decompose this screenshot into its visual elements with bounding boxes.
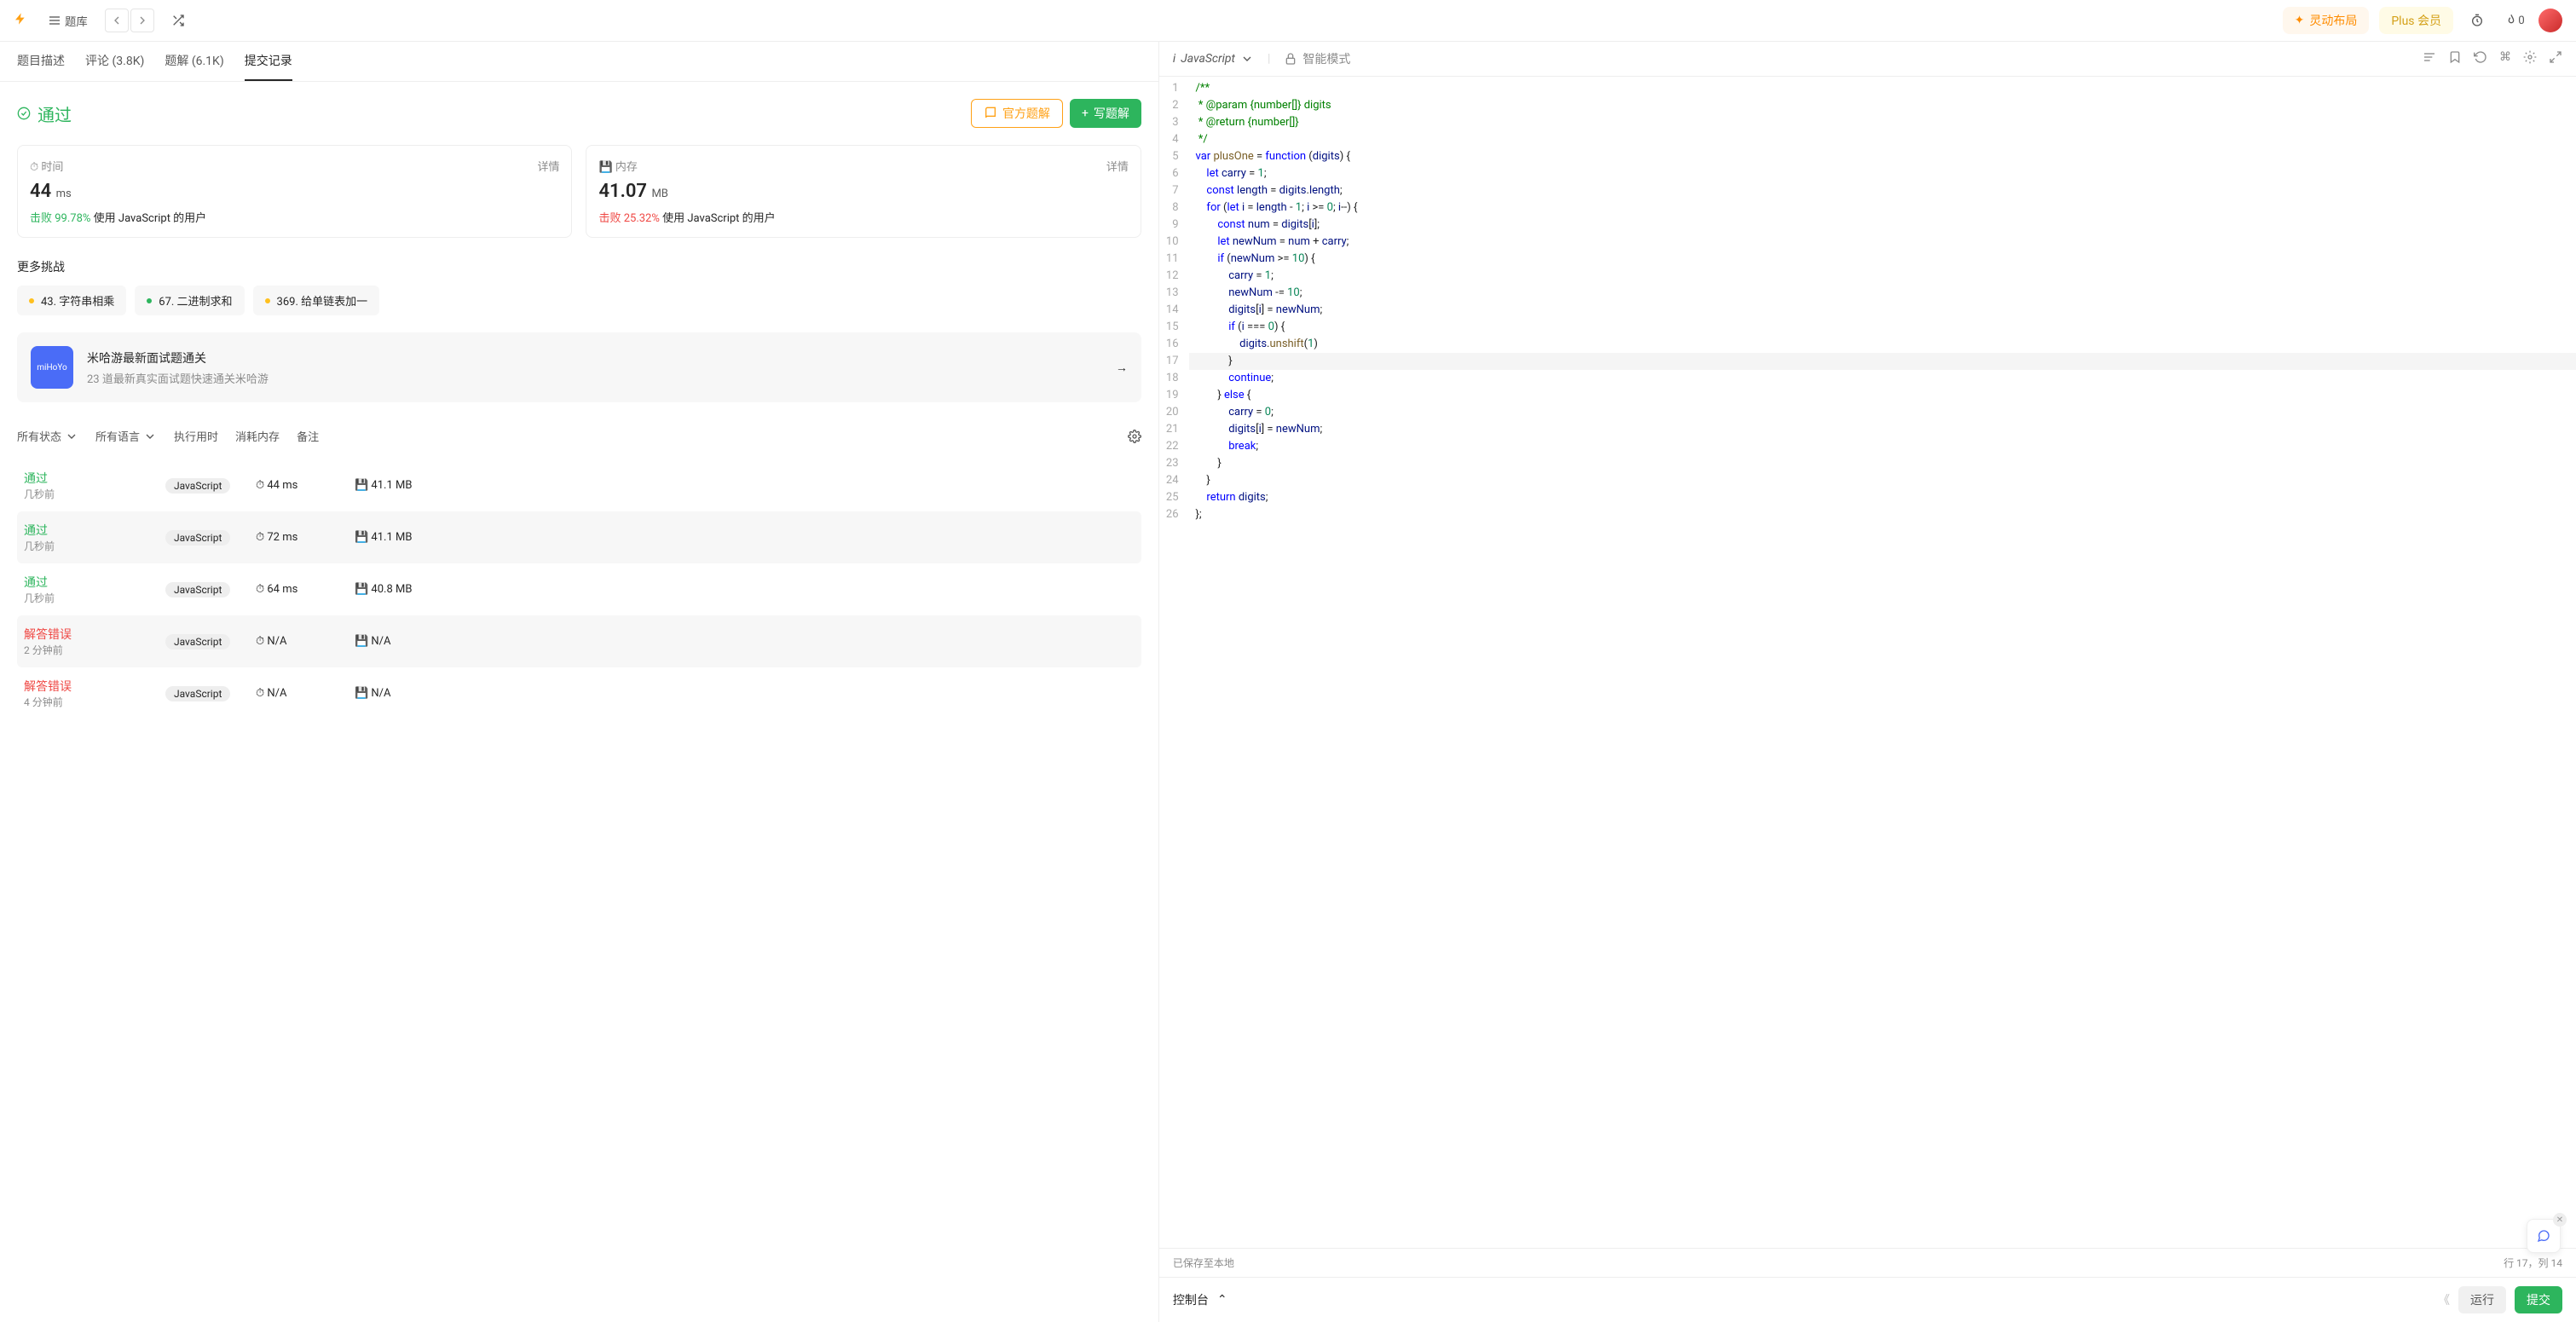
col-memory: 消耗内存 [235,428,280,444]
logo-icon [14,12,31,29]
timer-button[interactable] [2463,7,2491,34]
settings-icon[interactable] [1128,430,1141,443]
challenge-item[interactable]: 43. 字符串相乘 [17,286,126,315]
promo-card[interactable]: miHoYo 米哈游最新面试题通关 23 道最新真实面试题快速通关米哈游 → [17,332,1141,402]
submission-row[interactable]: 通过几秒前JavaScript⏱ 72 ms💾 41.1 MB [17,511,1141,563]
plus-pill[interactable]: Plus 会员 [2379,7,2453,34]
submission-row[interactable]: 通过几秒前JavaScript⏱ 64 ms💾 40.8 MB [17,563,1141,615]
promo-icon: miHoYo [31,346,73,389]
promo-sub: 23 道最新真实面试题快速通关米哈游 [87,370,1102,386]
next-problem-button[interactable] [130,9,154,32]
filter-status[interactable]: 所有状态 [17,428,78,444]
submit-button[interactable]: 提交 [2515,1286,2562,1313]
left-panel: 题目描述 评论 (3.8K) 题解 (6.1K) 提交记录 通过 官方题解 + … [0,42,1159,1322]
challenge-item[interactable]: 67. 二进制求和 [135,286,244,315]
language-selector[interactable]: i JavaScript [1173,52,1254,66]
time-card: ⏱ 时间详情 44 ms 击败 99.78% 使用 JavaScript 的用户 [17,145,572,238]
smart-mode[interactable]: 智能模式 [1284,50,1350,67]
code-editor[interactable]: 1234567891011121314151617181920212223242… [1159,77,2576,1248]
prev-problem-button[interactable] [105,9,129,32]
layout-pill[interactable]: ✦ 灵动布局 [2283,7,2370,34]
avatar[interactable] [2538,9,2562,32]
chart-icon: 《 [2438,1291,2450,1308]
run-button[interactable]: 运行 [2458,1286,2506,1313]
tab-discuss[interactable]: 评论 (3.8K) [85,42,144,81]
promo-title: 米哈游最新面试题通关 [87,349,1102,367]
chat-icon [2537,1229,2550,1243]
chevron-down-icon [65,430,78,443]
lock-icon [1284,52,1297,66]
check-circle-icon [17,107,31,120]
chevron-down-icon [143,430,157,443]
col-note: 备注 [297,428,319,444]
topbar: 题库 ✦ 灵动布局 Plus 会员 0 [0,0,2576,42]
col-runtime: 执行用时 [174,428,218,444]
submission-row[interactable]: 解答错误2 分钟前JavaScript⏱ N/A💾 N/A [17,615,1141,667]
challenge-item[interactable]: 369. 给单链表加一 [253,286,380,315]
chat-fab[interactable]: ✕ [2527,1219,2561,1253]
problems-list-button[interactable]: 题库 [41,9,95,32]
shuffle-button[interactable] [165,10,192,31]
save-status: 已保存至本地 [1173,1256,1234,1270]
bookmark-icon[interactable] [2448,50,2462,67]
result-status: 通过 [17,101,72,126]
book-icon [984,107,997,120]
time-detail-link[interactable]: 详情 [537,158,559,174]
tabs: 题目描述 评论 (3.8K) 题解 (6.1K) 提交记录 [0,42,1158,82]
memory-card: 💾 内存详情 41.07 MB 击败 25.32% 使用 JavaScript … [586,145,1141,238]
chevron-up-icon: ⌃ [1217,1293,1227,1307]
fullscreen-icon[interactable] [2549,50,2562,67]
gear-icon[interactable] [2523,50,2537,67]
more-challenges-title: 更多挑战 [17,258,1141,275]
tab-description[interactable]: 题目描述 [17,42,65,81]
write-solution-button[interactable]: + 写题解 [1070,99,1141,128]
submission-row[interactable]: 解答错误4 分钟前JavaScript⏱ N/A💾 N/A [17,667,1141,719]
mem-detail-link[interactable]: 详情 [1106,158,1129,174]
reset-icon[interactable] [2474,50,2487,67]
notes-icon[interactable] [2423,50,2436,67]
close-icon[interactable]: ✕ [2553,1213,2567,1227]
streak-button[interactable]: 0 [2501,7,2528,34]
tab-submissions[interactable]: 提交记录 [245,42,292,81]
console-toggle[interactable]: 控制台 [1173,1291,1209,1308]
cursor-pos: 行 17，列 14 [2504,1256,2562,1270]
filter-lang[interactable]: 所有语言 [95,428,157,444]
submission-row[interactable]: 通过几秒前JavaScript⏱ 44 ms💾 41.1 MB [17,459,1141,511]
official-solution-button[interactable]: 官方题解 [971,99,1063,128]
keyboard-icon[interactable]: ⌘ [2499,50,2511,67]
arrow-right-icon: → [1116,361,1128,375]
tab-solutions[interactable]: 题解 (6.1K) [165,42,223,81]
right-panel: i JavaScript | 智能模式 ⌘ 123456789101112131… [1159,42,2576,1322]
chevron-down-icon [1240,52,1254,66]
